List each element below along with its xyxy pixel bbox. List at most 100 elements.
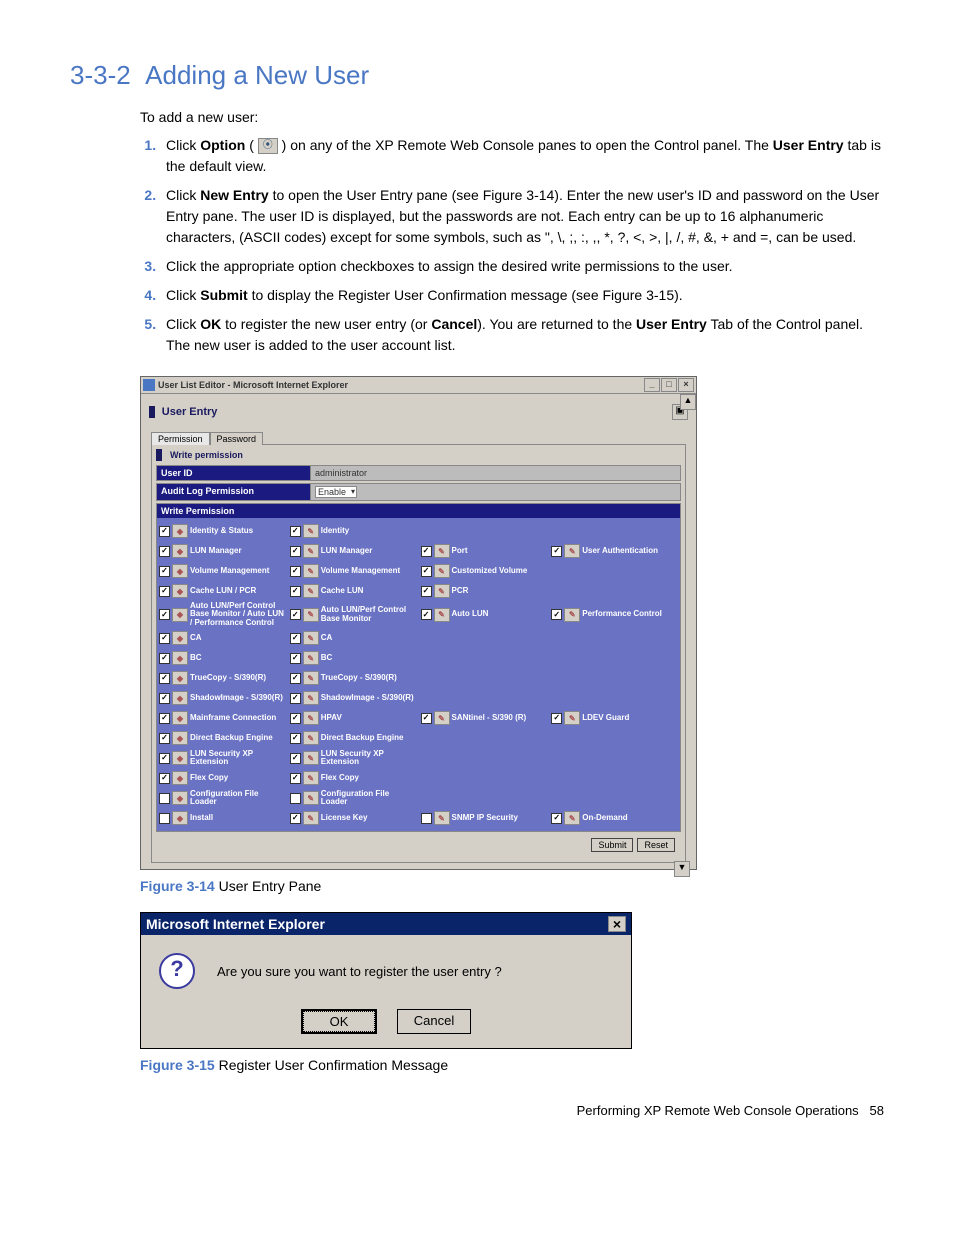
maximize-button[interactable]: □ [661, 378, 677, 392]
permission-cell[interactable]: ✎TrueCopy - S/390(R) [290, 669, 417, 687]
scroll-down-button[interactable]: ▼ [674, 861, 690, 877]
permission-cell[interactable]: ✎SANtinel - S/390 (R) [421, 709, 548, 727]
minimize-button[interactable]: _ [644, 378, 660, 392]
audit-log-select[interactable]: Enable [315, 486, 357, 498]
permission-checkbox[interactable] [551, 609, 562, 620]
pane-flag-icon [149, 406, 155, 418]
permission-checkbox[interactable] [290, 673, 301, 684]
tab-password[interactable]: Password [210, 432, 264, 445]
permission-cell[interactable]: ◆LUN Manager [159, 542, 286, 560]
permission-checkbox[interactable] [290, 566, 301, 577]
permission-cell[interactable]: ✎Identity [290, 522, 417, 540]
permission-checkbox[interactable] [159, 566, 170, 577]
permission-cell[interactable]: ◆TrueCopy - S/390(R) [159, 669, 286, 687]
permission-checkbox[interactable] [551, 813, 562, 824]
permission-checkbox[interactable] [421, 813, 432, 824]
submit-button[interactable]: Submit [591, 838, 633, 852]
permission-cell[interactable]: ◆LUN Security XP Extension [159, 749, 286, 767]
permission-checkbox[interactable] [290, 526, 301, 537]
tab-permission[interactable]: Permission [151, 432, 210, 445]
write-permission-header: Write Permission [156, 503, 681, 518]
permission-checkbox[interactable] [159, 753, 170, 764]
permission-cell[interactable]: ✎Auto LUN [421, 602, 548, 627]
permission-cell[interactable]: ✎LDEV Guard [551, 709, 678, 727]
permission-checkbox[interactable] [159, 546, 170, 557]
permission-cell[interactable]: ✎HPAV [290, 709, 417, 727]
permission-cell[interactable]: ✎PCR [421, 582, 548, 600]
permission-checkbox[interactable] [159, 673, 170, 684]
permission-checkbox[interactable] [290, 713, 301, 724]
dialog-close-button[interactable]: × [608, 916, 626, 932]
permission-checkbox[interactable] [421, 586, 432, 597]
permission-checkbox[interactable] [159, 693, 170, 704]
scroll-up-button[interactable]: ▲ [680, 394, 696, 410]
permission-cell[interactable]: ✎License Key [290, 809, 417, 827]
permission-cell[interactable]: ✎Flex Copy [290, 769, 417, 787]
permission-checkbox[interactable] [421, 546, 432, 557]
permission-cell[interactable]: ◆Mainframe Connection [159, 709, 286, 727]
close-button[interactable]: × [678, 378, 694, 392]
permission-cell[interactable]: ◆Volume Management [159, 562, 286, 580]
permission-cell[interactable]: ◆CA [159, 629, 286, 647]
permission-icon: ◆ [172, 791, 188, 805]
permission-checkbox[interactable] [290, 793, 301, 804]
permission-label: Flex Copy [321, 774, 359, 782]
permission-checkbox[interactable] [159, 653, 170, 664]
dialog-cancel-button[interactable]: Cancel [397, 1009, 471, 1034]
permission-checkbox[interactable] [159, 793, 170, 804]
permission-cell[interactable]: ✎LUN Manager [290, 542, 417, 560]
permission-checkbox[interactable] [421, 566, 432, 577]
permission-checkbox[interactable] [290, 633, 301, 644]
permission-checkbox[interactable] [159, 773, 170, 784]
permission-checkbox[interactable] [159, 586, 170, 597]
permission-checkbox[interactable] [159, 813, 170, 824]
permission-checkbox[interactable] [421, 609, 432, 620]
permission-cell[interactable]: ✎ShadowImage - S/390(R) [290, 689, 417, 707]
permission-cell[interactable]: ✎CA [290, 629, 417, 647]
permission-cell[interactable]: ✎User Authentication [551, 542, 678, 560]
permission-checkbox[interactable] [290, 546, 301, 557]
permission-checkbox[interactable] [290, 813, 301, 824]
permission-cell[interactable]: ◆Auto LUN/Perf Control Base Monitor / Au… [159, 602, 286, 627]
permission-cell[interactable]: ✎LUN Security XP Extension [290, 749, 417, 767]
permission-cell[interactable]: ◆BC [159, 649, 286, 667]
permission-checkbox[interactable] [290, 753, 301, 764]
permission-icon: ◆ [172, 524, 188, 538]
permission-cell[interactable]: ◆Install [159, 809, 286, 827]
permission-cell[interactable]: ✎SNMP IP Security [421, 809, 548, 827]
permission-cell[interactable]: ✎Auto LUN/Perf Control Base Monitor [290, 602, 417, 627]
write-permission-sublabel: Write permission [156, 449, 681, 461]
permission-checkbox[interactable] [290, 773, 301, 784]
permission-checkbox[interactable] [290, 693, 301, 704]
permission-cell[interactable]: ✎Direct Backup Engine [290, 729, 417, 747]
permission-cell[interactable]: ◆Flex Copy [159, 769, 286, 787]
permission-cell[interactable]: ◆Cache LUN / PCR [159, 582, 286, 600]
permission-cell[interactable]: ✎Configuration File Loader [290, 789, 417, 807]
permission-checkbox[interactable] [421, 713, 432, 724]
permission-cell[interactable]: ✎Performance Control [551, 602, 678, 627]
permission-checkbox[interactable] [159, 633, 170, 644]
permission-cell[interactable]: ◆ShadowImage - S/390(R) [159, 689, 286, 707]
dialog-ok-button[interactable]: OK [301, 1009, 377, 1034]
permission-cell[interactable]: ✎Cache LUN [290, 582, 417, 600]
permission-cell[interactable]: ◆Identity & Status [159, 522, 286, 540]
permission-cell[interactable]: ◆Configuration File Loader [159, 789, 286, 807]
permission-checkbox[interactable] [159, 733, 170, 744]
permission-checkbox[interactable] [290, 609, 301, 620]
permission-checkbox[interactable] [159, 713, 170, 724]
permission-cell[interactable]: ✎BC [290, 649, 417, 667]
permission-cell[interactable]: ✎Customized Volume [421, 562, 548, 580]
permission-checkbox[interactable] [290, 653, 301, 664]
permission-cell[interactable]: ✎On-Demand [551, 809, 678, 827]
permission-cell[interactable]: ✎Volume Management [290, 562, 417, 580]
permission-cell[interactable]: ✎Port [421, 542, 548, 560]
permission-checkbox[interactable] [159, 526, 170, 537]
permission-checkbox[interactable] [290, 586, 301, 597]
permission-checkbox[interactable] [551, 713, 562, 724]
reset-button[interactable]: Reset [637, 838, 675, 852]
permission-checkbox[interactable] [159, 609, 170, 620]
permission-checkbox[interactable] [290, 733, 301, 744]
user-id-label: User ID [157, 466, 310, 480]
permission-cell[interactable]: ◆Direct Backup Engine [159, 729, 286, 747]
permission-checkbox[interactable] [551, 546, 562, 557]
